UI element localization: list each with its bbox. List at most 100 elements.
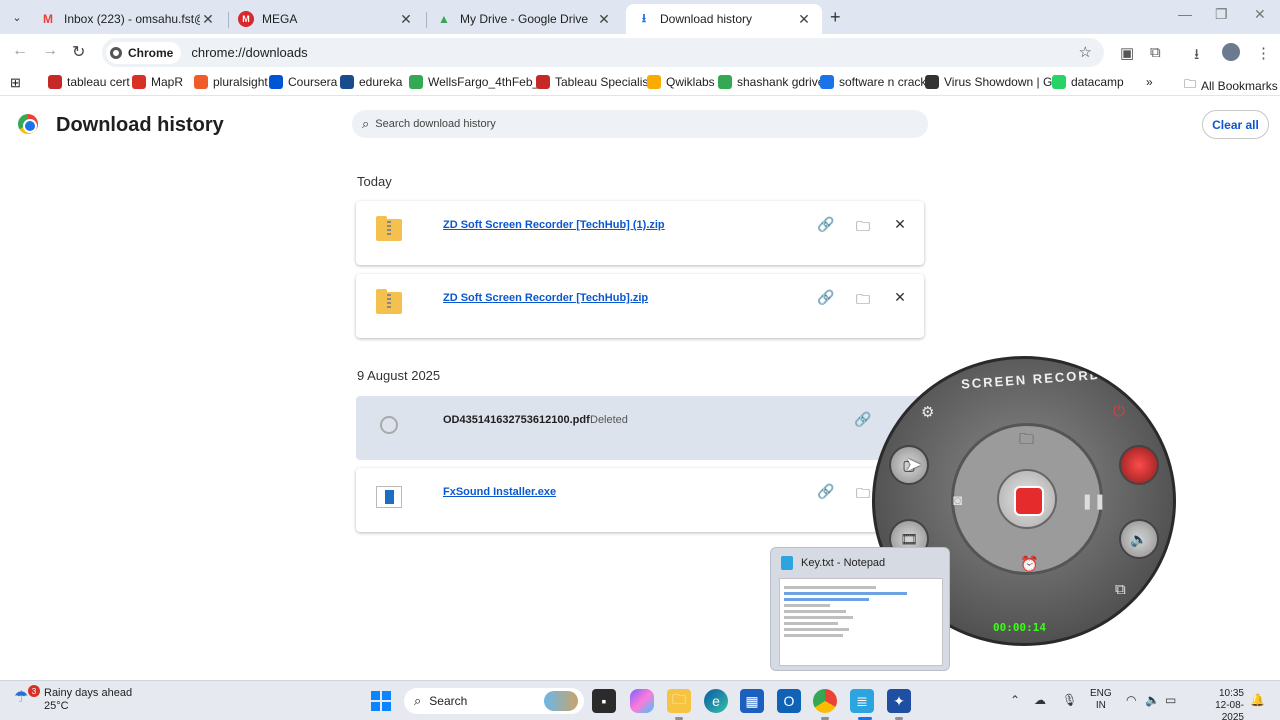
schedule-clock-icon[interactable]: ⏰ — [1020, 555, 1039, 573]
bookmark-item[interactable]: MapR — [132, 75, 183, 89]
bookmark-label: pluralsight — [213, 75, 268, 89]
wifi-icon[interactable]: ◠ — [1126, 693, 1136, 707]
bookmark-star-icon[interactable]: ☆ — [1079, 43, 1092, 61]
preview-title: Key.txt - Notepad — [801, 557, 886, 569]
search-downloads-input[interactable]: ⌕ Search download history — [352, 110, 928, 138]
screen-recorder-taskbar-icon[interactable]: ✦ — [887, 689, 911, 713]
download-link[interactable]: FxSound Installer.exe — [443, 486, 556, 498]
reload-icon[interactable]: ↻ — [72, 42, 85, 62]
more-bookmarks-icon[interactable]: » — [1146, 75, 1153, 89]
store-icon[interactable]: ▦ — [740, 689, 764, 713]
bookmark-item[interactable]: datacamp — [1052, 75, 1124, 89]
bookmark-item[interactable]: edureka — [340, 75, 402, 89]
microphone-icon[interactable]: 🎙 — [1062, 693, 1077, 707]
bookmark-item[interactable]: tableau cert — [48, 75, 130, 89]
volume-icon[interactable]: 🔈 — [1145, 693, 1160, 707]
show-in-folder-icon[interactable]: 🗀 — [854, 216, 872, 240]
cloud-sync-icon[interactable]: ☁ — [1034, 693, 1046, 707]
close-icon[interactable]: ✕ — [796, 11, 812, 28]
system-clock[interactable]: 10:35 12-08-2025 — [1200, 688, 1244, 720]
tab-drive[interactable]: ▲ My Drive - Google Drive ✕ — [426, 4, 622, 34]
tab-download-history[interactable]: ⭳ Download history ✕ — [626, 4, 822, 34]
copy-link-icon[interactable]: 🔗 — [817, 483, 835, 500]
window-close-icon[interactable]: ✕ — [1254, 6, 1266, 23]
section-label-today: Today — [357, 174, 392, 189]
copy-link-icon[interactable]: 🔗 — [854, 411, 872, 428]
pause-icon[interactable]: ❚❚ — [1081, 492, 1106, 510]
show-hidden-icons[interactable]: ⌃ — [1010, 693, 1020, 707]
stop-record-button[interactable] — [997, 469, 1057, 529]
extension-app-icon[interactable]: ▣ — [1120, 44, 1134, 62]
bookmark-item[interactable]: Coursera — [269, 75, 337, 89]
new-tab-button[interactable]: + — [830, 7, 841, 28]
menu-icon[interactable]: ⋮ — [1256, 44, 1271, 62]
bookmark-item[interactable]: pluralsight — [194, 75, 268, 89]
download-name: OD435141632753612100.pdf — [443, 414, 590, 426]
bookmark-item[interactable]: Qwiklabs — [647, 75, 715, 89]
power-icon[interactable]: ⏻ — [1113, 403, 1125, 420]
close-icon[interactable]: ✕ — [200, 11, 216, 28]
bookmark-favicon-icon — [132, 75, 146, 89]
bookmark-item[interactable]: Virus Showdown | G... — [925, 75, 1062, 89]
tab-mega[interactable]: M MEGA ✕ — [228, 4, 424, 34]
bookmark-label: shashank gdrive — [737, 75, 825, 89]
copy-link-icon[interactable]: 🔗 — [817, 289, 835, 306]
minimize-icon[interactable]: — — [1178, 6, 1192, 22]
all-bookmarks[interactable]: 🗀 All Bookmarks — [1184, 75, 1278, 96]
tab-search-dropdown[interactable]: ⌄ — [6, 8, 28, 26]
audio-speaker-icon[interactable]: 🔊 — [1119, 519, 1159, 559]
notification-bell-icon[interactable]: 🔔 — [1250, 693, 1265, 707]
tab-title: Inbox (223) - omsahu.fst@gmail.com — [64, 12, 200, 26]
tab-title: MEGA — [262, 12, 298, 26]
show-in-folder-icon[interactable]: 🗀 — [854, 289, 872, 313]
remove-icon[interactable]: ✕ — [891, 216, 909, 233]
download-link[interactable]: ZD Soft Screen Recorder [TechHub].zip — [443, 292, 648, 304]
notepad-taskbar-icon[interactable]: ≣ — [850, 689, 874, 713]
minimize-widget-icon[interactable]: ⧉ — [1115, 581, 1126, 598]
start-button[interactable] — [369, 689, 393, 713]
battery-icon[interactable]: ▭ — [1165, 693, 1176, 707]
outlook-icon[interactable]: O — [777, 689, 801, 713]
copilot-icon[interactable] — [630, 689, 654, 713]
file-explorer-icon[interactable]: 🗀 — [667, 689, 691, 713]
remove-icon[interactable]: ✕ — [891, 289, 909, 306]
downloads-icon[interactable]: ⭳ — [1194, 44, 1199, 69]
snapshot-icon[interactable]: ◙ — [953, 492, 962, 509]
edge-icon[interactable]: e — [704, 689, 728, 713]
extensions-icon[interactable]: ⧉ — [1150, 44, 1161, 61]
task-view-icon[interactable]: ▪ — [592, 689, 616, 713]
show-in-folder-icon[interactable]: 🗀 — [854, 483, 872, 507]
download-link[interactable]: ZD Soft Screen Recorder [TechHub] (1).zi… — [443, 219, 665, 231]
language-indicator[interactable]: ENG IN — [1090, 688, 1112, 712]
section-label-date: 9 August 2025 — [357, 368, 441, 383]
search-icon: ⌕ — [414, 693, 422, 708]
bookmark-item[interactable]: software n crack — [820, 75, 926, 89]
weather-widget[interactable]: ☂ 3 Rainy days ahead 25°C — [14, 685, 132, 713]
notepad-taskbar-preview[interactable]: Key.txt - Notepad — [770, 547, 950, 671]
forward-icon[interactable]: → — [42, 42, 58, 60]
clear-all-button[interactable]: Clear all — [1202, 110, 1269, 139]
restore-icon[interactable]: ❐ — [1215, 6, 1228, 23]
taskbar-search[interactable]: ⌕ Search — [404, 688, 584, 714]
chrome-taskbar-icon[interactable] — [813, 689, 837, 713]
back-icon[interactable]: ← — [12, 42, 28, 60]
address-bar[interactable]: Chrome chrome://downloads ☆ — [102, 38, 1104, 67]
close-icon[interactable]: ✕ — [398, 11, 414, 28]
site-info-chip[interactable]: Chrome — [106, 41, 182, 64]
bookmark-label: Virus Showdown | G... — [944, 75, 1063, 89]
bookmark-item[interactable]: Tableau Specialist — [536, 75, 652, 89]
windows-icon — [371, 691, 391, 711]
bookmark-item[interactable]: WellsFargo_4thFeb_... — [409, 75, 549, 89]
download-item: ZD Soft Screen Recorder [TechHub] (1).zi… — [356, 201, 924, 265]
settings-icon[interactable]: ⚙ — [921, 403, 934, 421]
apps-icon[interactable]: ⊞ — [10, 75, 21, 91]
profile-avatar[interactable] — [1222, 43, 1240, 61]
download-item: ZD Soft Screen Recorder [TechHub].zip 🔗 … — [356, 274, 924, 338]
open-folder-icon[interactable]: 🗀 — [1019, 429, 1034, 454]
copy-link-icon[interactable]: 🔗 — [817, 216, 835, 233]
webcam-icon[interactable] — [1119, 445, 1159, 485]
tab-gmail[interactable]: M Inbox (223) - omsahu.fst@gmail.com ✕ — [30, 4, 226, 34]
close-icon[interactable]: ✕ — [596, 11, 612, 28]
bookmark-item[interactable]: shashank gdrive — [718, 75, 824, 89]
url-text[interactable]: chrome://downloads — [191, 45, 307, 60]
